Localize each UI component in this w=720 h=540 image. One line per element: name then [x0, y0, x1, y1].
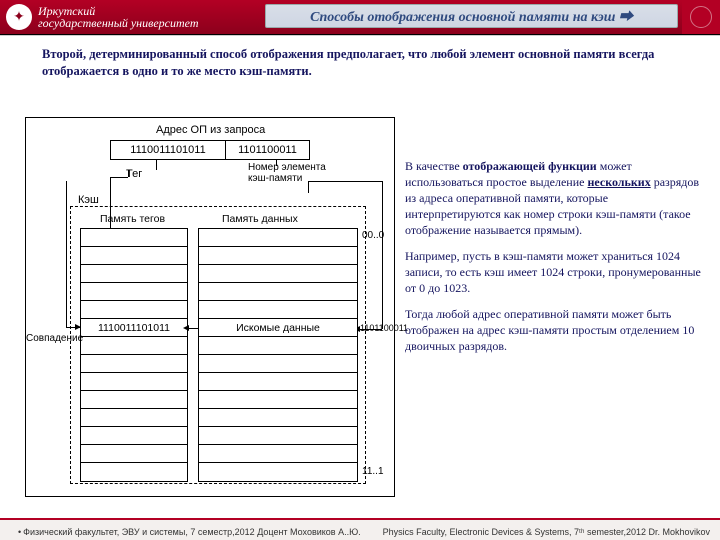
para-1: В качестве отображающей функции может ис… — [405, 158, 702, 238]
address-box: 1110011101011 1101100011 — [110, 140, 310, 160]
explanation-text: В качестве отображающей функции может ис… — [405, 158, 702, 364]
data-table: Искомые данные — [198, 228, 358, 482]
data-row-value: Искомые данные — [199, 319, 357, 336]
index-top: 00..0 — [362, 230, 384, 241]
slide-title: Способы отображения основной памяти на к… — [310, 6, 633, 26]
label-address-title: Адрес ОП из запроса — [156, 124, 265, 136]
footer-right: Physics Faculty, Electronic Devices & Sy… — [383, 527, 710, 537]
cache-mapping-diagram: Адрес ОП из запроса 1110011101011 110110… — [25, 117, 395, 497]
tag-row-value: 1110011101011 — [81, 319, 187, 336]
address-tag-part: 1110011101011 — [111, 141, 226, 159]
label-tag-memory: Память тегов — [100, 213, 165, 225]
index-current: 1101100011 — [360, 323, 408, 333]
intro-paragraph: Второй, детерминированный способ отображ… — [42, 46, 690, 80]
para-3: Тогда любой адрес оперативной памяти мож… — [405, 306, 702, 354]
label-match: Совпадение — [26, 333, 83, 344]
slide-title-band: Способы отображения основной памяти на к… — [265, 4, 678, 28]
university-logo: ✦ — [6, 4, 32, 30]
label-cache: Кэш — [78, 194, 99, 206]
para-2: Например, пусть в кэш-памяти может храни… — [405, 248, 702, 296]
address-index-part: 1101100011 — [226, 141, 309, 159]
footer-bar: Физический факультет, ЭВУ и системы, 7 с… — [0, 518, 720, 540]
tag-table: 1110011101011 — [80, 228, 188, 482]
footer-left: Физический факультет, ЭВУ и системы, 7 с… — [18, 527, 361, 537]
uni-line2: государственный университет — [38, 17, 199, 29]
index-bottom: 11..1 — [362, 466, 384, 477]
header-ornament — [682, 0, 720, 34]
university-name: Иркутский государственный университет — [38, 5, 199, 29]
label-data-memory: Память данных — [222, 213, 298, 225]
